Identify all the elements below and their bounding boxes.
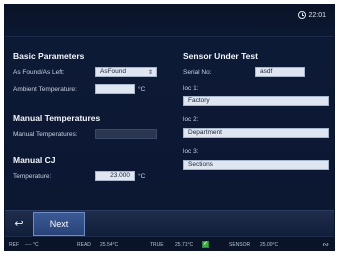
sensor-under-test-heading: Sensor Under Test bbox=[183, 51, 258, 61]
checkmark-icon: ✓ bbox=[202, 241, 209, 248]
clock-icon bbox=[298, 11, 307, 19]
loc2-input[interactable]: Department bbox=[183, 128, 329, 138]
as-found-label: As Found/As Left: bbox=[13, 69, 65, 76]
next-button[interactable]: Next bbox=[33, 212, 85, 236]
serial-no-label: Serial No: bbox=[183, 69, 212, 76]
ref-value: ---- °C bbox=[25, 242, 39, 248]
ambient-temperature-label: Ambient Temperature: bbox=[13, 86, 77, 93]
loc1-input[interactable]: Factory bbox=[183, 96, 329, 106]
ambient-unit: °C bbox=[138, 86, 146, 93]
connection-icon: ∾ bbox=[322, 240, 329, 249]
loc3-input[interactable]: Sections bbox=[183, 160, 329, 170]
temperature-label: Temperature: bbox=[13, 173, 52, 180]
back-button[interactable]: ↩ bbox=[9, 215, 29, 233]
manual-temperatures-heading: Manual Temperatures bbox=[13, 113, 101, 123]
clock: 22:01 bbox=[298, 11, 326, 19]
app-screen: 22:01 Basic Parameters As Found/As Left:… bbox=[4, 4, 335, 251]
ref-label: REF bbox=[9, 242, 19, 248]
read-value: 25.54°C bbox=[100, 242, 119, 248]
ambient-temperature-input[interactable] bbox=[95, 84, 135, 94]
loc2-label: loc 2: bbox=[183, 116, 199, 123]
form-content: Basic Parameters As Found/As Left: AsFou… bbox=[5, 38, 334, 210]
loc1-label: loc 1: bbox=[183, 85, 199, 92]
manual-cj-heading: Manual CJ bbox=[13, 155, 56, 165]
dropdown-arrow-icon: ⇕ bbox=[147, 70, 153, 76]
manual-temperatures-input[interactable] bbox=[95, 129, 157, 139]
manual-temperatures-label: Manual Temperatures: bbox=[13, 131, 78, 138]
clock-time: 22:01 bbox=[308, 11, 326, 19]
bottom-nav-bar: ↩ Next bbox=[5, 210, 334, 236]
loc3-label: loc 3: bbox=[183, 148, 199, 155]
temperature-unit: °C bbox=[138, 173, 146, 180]
temperature-input[interactable]: 23.000 bbox=[95, 171, 135, 181]
as-found-value: AsFound bbox=[100, 68, 127, 75]
status-bar: REF ---- °C READ 25.54°C TRUE 25.71°C ✓ … bbox=[5, 236, 334, 250]
back-arrow-icon: ↩ bbox=[14, 218, 24, 230]
basic-parameters-heading: Basic Parameters bbox=[13, 51, 85, 61]
sensor-label: SENSOR bbox=[229, 242, 251, 248]
true-value: 25.71°C bbox=[175, 242, 194, 248]
as-found-select[interactable]: AsFound ⇕ bbox=[95, 67, 157, 77]
serial-no-input[interactable]: asdf bbox=[255, 67, 305, 77]
read-label: READ bbox=[77, 242, 91, 248]
top-bar: 22:01 bbox=[5, 5, 334, 37]
sensor-value: 25.00°C bbox=[260, 242, 279, 248]
true-label: TRUE bbox=[150, 242, 164, 248]
